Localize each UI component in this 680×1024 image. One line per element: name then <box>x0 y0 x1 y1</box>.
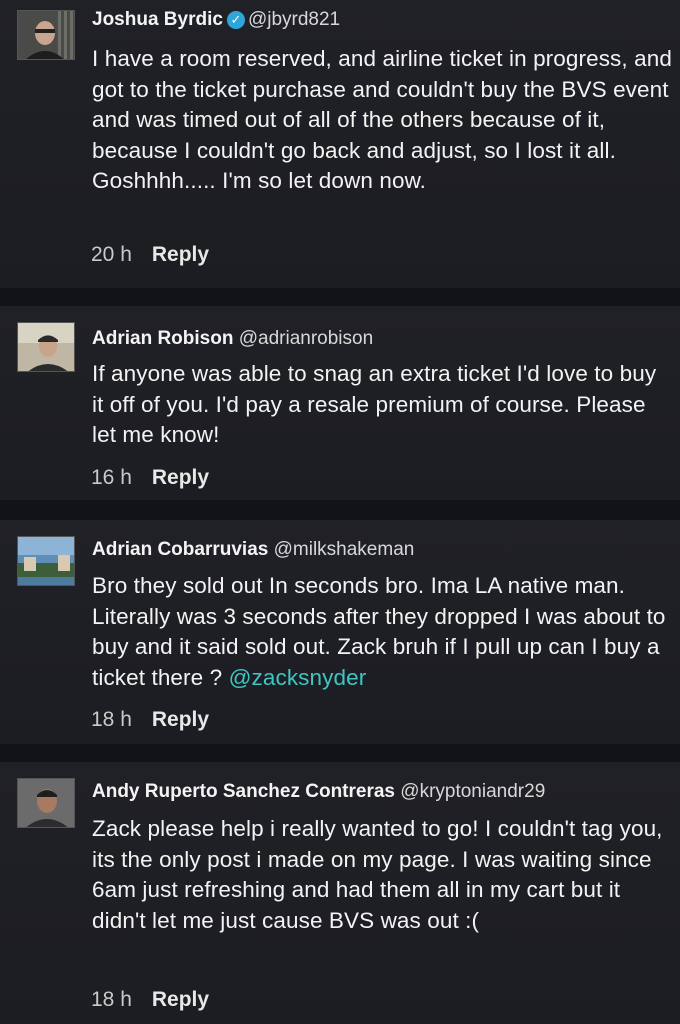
comment-header: Adrian Robison @adrianrobison <box>92 328 373 350</box>
reply-button[interactable]: Reply <box>152 243 209 266</box>
author-handle[interactable]: @adrianrobison <box>239 328 373 349</box>
comment-item: Adrian Cobarruvias @milkshakeman Bro the… <box>0 520 680 744</box>
comment-text-body: Bro they sold out In seconds bro. Ima LA… <box>92 573 666 690</box>
timestamp: 18 h <box>91 708 132 731</box>
verified-check-icon: ✓ <box>226 11 245 29</box>
comment-text: I have a room reserved, and airline tick… <box>92 46 672 193</box>
comment-text: If anyone was able to snag an extra tick… <box>92 361 657 447</box>
timestamp: 16 h <box>91 466 132 489</box>
reply-button[interactable]: Reply <box>152 988 209 1011</box>
timestamp: 18 h <box>91 988 132 1011</box>
comment-text: Bro they sold out In seconds bro. Ima LA… <box>92 571 672 693</box>
comment-header: Andy Ruperto Sanchez Contreras @kryptoni… <box>92 781 545 803</box>
reply-button[interactable]: Reply <box>152 708 209 731</box>
author-name[interactable]: Joshua Byrdic <box>92 9 223 30</box>
avatar[interactable] <box>17 322 75 372</box>
author-name[interactable]: Andy Ruperto Sanchez Contreras <box>92 781 395 802</box>
author-handle[interactable]: @jbyrd821 <box>248 9 340 30</box>
reply-button[interactable]: Reply <box>152 466 209 489</box>
author-handle[interactable]: @kryptoniandr29 <box>400 781 545 802</box>
timestamp: 20 h <box>91 243 132 266</box>
comment-header: Joshua Byrdic ✓ @jbyrd821 <box>92 9 340 31</box>
comment-meta: 18 h Reply <box>91 708 209 732</box>
avatar[interactable] <box>17 10 75 60</box>
avatar[interactable] <box>17 536 75 586</box>
comment-text: Zack please help i really wanted to go! … <box>92 816 663 933</box>
divider <box>0 500 680 520</box>
avatar[interactable] <box>17 778 75 828</box>
comment-feed: Joshua Byrdic ✓ @jbyrd821 I have a room re… <box>0 0 680 1024</box>
comment-item: Andy Ruperto Sanchez Contreras @kryptoni… <box>0 762 680 1024</box>
comment-header: Adrian Cobarruvias @milkshakeman <box>92 539 414 561</box>
author-handle[interactable]: @milkshakeman <box>274 539 415 560</box>
author-name[interactable]: Adrian Cobarruvias <box>92 539 268 560</box>
comment-item: Adrian Robison @adrianrobison If anyone … <box>0 306 680 500</box>
comment-meta: 20 h Reply <box>91 243 209 267</box>
comment-meta: 18 h Reply <box>91 988 209 1012</box>
divider <box>0 288 680 306</box>
comment-item: Joshua Byrdic ✓ @jbyrd821 I have a room re… <box>0 0 680 288</box>
mention-link[interactable]: @zacksnyder <box>229 665 367 690</box>
divider <box>0 744 680 762</box>
comment-meta: 16 h Reply <box>91 466 209 490</box>
author-name[interactable]: Adrian Robison <box>92 328 233 349</box>
